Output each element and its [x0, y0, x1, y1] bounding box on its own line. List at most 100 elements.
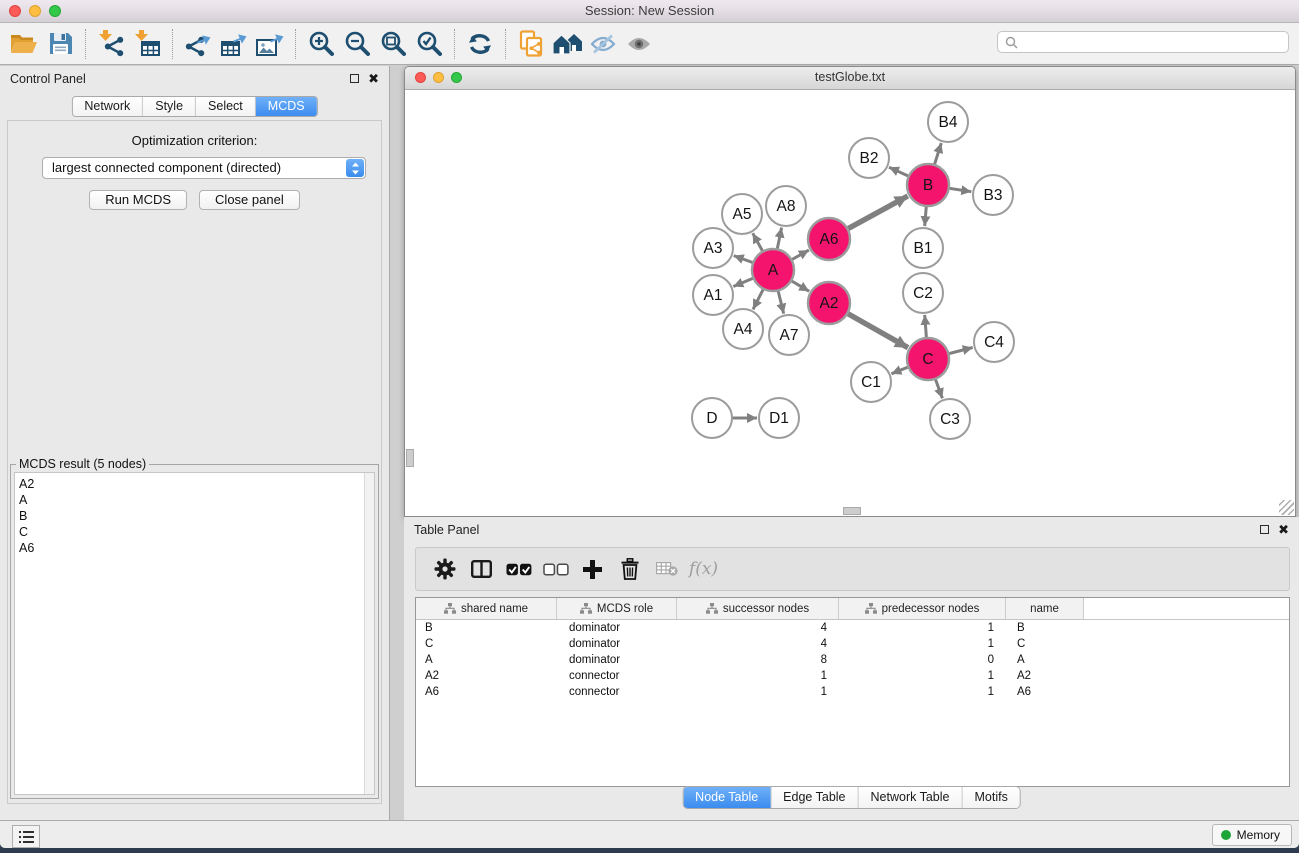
node-C3[interactable]: C3 [930, 399, 970, 439]
first-neighbors-button[interactable] [549, 26, 585, 62]
node-A[interactable]: A [752, 249, 794, 291]
function-builder-button[interactable]: f(x) [685, 559, 722, 579]
save-session-button[interactable] [42, 26, 78, 62]
node-C4[interactable]: C4 [974, 322, 1014, 362]
node-C[interactable]: C [907, 338, 949, 380]
table-row[interactable]: A6connector11A6 [416, 684, 1289, 700]
import-table-button[interactable] [129, 26, 165, 62]
node-B1[interactable]: B1 [903, 228, 943, 268]
cell-mcds-role: connector [557, 670, 677, 682]
node-B2[interactable]: B2 [849, 138, 889, 178]
network-close-button[interactable] [415, 72, 426, 83]
export-image-button[interactable] [252, 26, 288, 62]
column-header-predecessor-nodes[interactable]: predecessor nodes [839, 598, 1006, 619]
node-D1[interactable]: D1 [759, 398, 799, 438]
float-panel-icon[interactable] [1260, 525, 1269, 534]
criterion-dropdown[interactable]: largest connected component (directed) [42, 157, 366, 179]
cell-mcds-role: connector [557, 686, 677, 698]
node-A4[interactable]: A4 [723, 309, 763, 349]
delete-table-button[interactable] [648, 562, 685, 576]
node-C1[interactable]: C1 [851, 362, 891, 402]
select-all-check-button[interactable] [500, 563, 537, 576]
vertical-scrollbar-thumb[interactable] [406, 449, 414, 467]
deselect-all-check-button[interactable] [537, 563, 574, 576]
zoom-fit-button[interactable] [375, 26, 411, 62]
add-row-button[interactable] [574, 559, 611, 580]
close-window-button[interactable] [9, 5, 21, 17]
hide-selected-button[interactable] [585, 26, 621, 62]
node-D[interactable]: D [692, 398, 732, 438]
float-panel-icon[interactable] [350, 74, 359, 83]
column-label: predecessor nodes [882, 603, 980, 615]
duplicate-network-button[interactable] [513, 26, 549, 62]
mcds-result-listbox[interactable]: A2ABCA6 [14, 472, 375, 795]
table-row[interactable]: Adominator80A [416, 652, 1289, 668]
column-header-successor-nodes[interactable]: successor nodes [677, 598, 839, 619]
delete-rows-button[interactable] [611, 558, 648, 580]
node-C2[interactable]: C2 [903, 273, 943, 313]
tab-mcds[interactable]: MCDS [256, 97, 317, 116]
result-list-item[interactable]: B [19, 508, 374, 524]
minimize-window-button[interactable] [29, 5, 41, 17]
close-panel-icon[interactable]: ✖ [1278, 524, 1289, 535]
refresh-network-button[interactable] [462, 26, 498, 62]
tab-node-table[interactable]: Node Table [683, 787, 771, 808]
import-network-button[interactable] [93, 26, 129, 62]
node-A2[interactable]: A2 [808, 282, 850, 324]
node-B3[interactable]: B3 [973, 175, 1013, 215]
network-zoom-button[interactable] [451, 72, 462, 83]
resize-grip[interactable] [1279, 500, 1294, 515]
table-row[interactable]: Bdominator41B [416, 620, 1289, 636]
node-B4[interactable]: B4 [928, 102, 968, 142]
memory-button[interactable]: Memory [1212, 824, 1292, 846]
column-header-name[interactable]: name [1006, 598, 1084, 619]
task-history-button[interactable] [12, 825, 40, 848]
main-toolbar [0, 23, 1299, 65]
tab-select[interactable]: Select [196, 97, 256, 116]
network-canvas[interactable]: B4 B2 B B3 A8A5 A6 B1 A3 A C2 A1 A2 A4A7 C4 C C1 C3 D D1 [405, 90, 1295, 516]
toolbar-separator [295, 29, 296, 59]
node-A7[interactable]: A7 [769, 315, 809, 355]
tab-network-table[interactable]: Network Table [859, 787, 963, 808]
table-row[interactable]: A2connector11A2 [416, 668, 1289, 684]
show-columns-button[interactable] [463, 560, 500, 578]
run-mcds-button[interactable]: Run MCDS [89, 190, 187, 210]
column-header-shared-name[interactable]: shared name [416, 598, 557, 619]
network-minimize-button[interactable] [433, 72, 444, 83]
tab-motifs[interactable]: Motifs [962, 787, 1019, 808]
result-scrollbar[interactable] [364, 473, 374, 794]
cell-successor-nodes: 4 [677, 638, 839, 650]
tab-network[interactable]: Network [72, 97, 143, 116]
show-all-button[interactable] [621, 26, 657, 62]
network-window-controls [415, 72, 462, 83]
node-B[interactable]: B [907, 164, 949, 206]
network-window-titlebar[interactable]: testGlobe.txt [405, 67, 1295, 90]
export-table-button[interactable] [216, 26, 252, 62]
node-A5[interactable]: A5 [722, 194, 762, 234]
search-input[interactable] [1023, 34, 1281, 50]
node-A6[interactable]: A6 [808, 218, 850, 260]
search-field[interactable] [997, 31, 1289, 53]
zoom-selected-button[interactable] [411, 26, 447, 62]
tab-style[interactable]: Style [143, 97, 196, 116]
zoom-out-button[interactable] [339, 26, 375, 62]
result-list-item[interactable]: A2 [19, 476, 374, 492]
horizontal-scrollbar-thumb[interactable] [843, 507, 861, 515]
export-network-button[interactable] [180, 26, 216, 62]
result-list-item[interactable]: A6 [19, 540, 374, 556]
close-panel-icon[interactable]: ✖ [368, 73, 379, 84]
open-session-button[interactable] [6, 26, 42, 62]
tab-edge-table[interactable]: Edge Table [771, 787, 858, 808]
table-settings-button[interactable] [426, 558, 463, 580]
node-A8[interactable]: A8 [766, 186, 806, 226]
result-list-item[interactable]: A [19, 492, 374, 508]
close-panel-button[interactable]: Close panel [199, 190, 300, 210]
node-A3[interactable]: A3 [693, 228, 733, 268]
table-row[interactable]: Cdominator41C [416, 636, 1289, 652]
result-list-item[interactable]: C [19, 524, 374, 540]
column-header-mcds-role[interactable]: MCDS role [557, 598, 677, 619]
zoom-in-button[interactable] [303, 26, 339, 62]
cell-shared-name: B [416, 622, 557, 634]
node-A1[interactable]: A1 [693, 275, 733, 315]
zoom-window-button[interactable] [49, 5, 61, 17]
